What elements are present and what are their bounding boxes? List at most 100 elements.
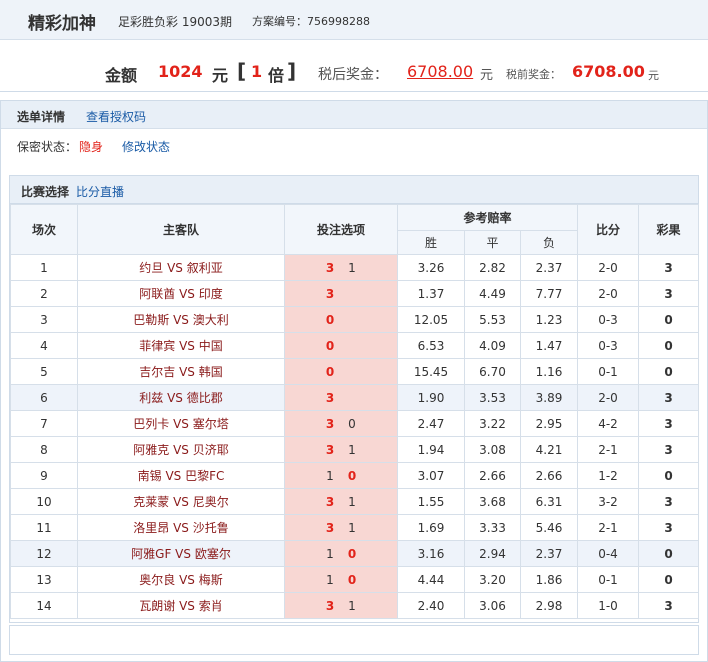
match-result: 0 xyxy=(638,566,700,593)
match-teams[interactable]: 瓦朗谢 VS 索肖 xyxy=(77,592,285,619)
odds-lose: 1.16 xyxy=(519,358,579,385)
bet-pick-option: 1 xyxy=(348,494,356,509)
odds-win: 3.07 xyxy=(397,462,465,489)
bet-pick-option: 1 xyxy=(348,520,356,535)
after-tax-value[interactable]: 6708.00 xyxy=(407,62,473,81)
match-score: 4-2 xyxy=(577,410,640,437)
secret-status: 保密状态： 隐身 修改状态 xyxy=(17,138,170,155)
match-teams[interactable]: 阿雅克 VS 贝济耶 xyxy=(77,436,285,463)
before-tax-label: 税前奖金： xyxy=(506,68,561,81)
odds-lose: 2.98 xyxy=(519,592,579,619)
bet-pick-option: 3 xyxy=(325,598,335,613)
match-score: 0-3 xyxy=(577,306,640,333)
plan-number-value: 756998288 xyxy=(307,15,370,28)
match-teams[interactable]: 阿雅GF VS 欧塞尔 xyxy=(77,540,285,567)
bet-pick: 31 xyxy=(284,514,398,541)
match-teams[interactable]: 洛里昂 VS 沙托鲁 xyxy=(77,514,285,541)
match-score: 2-1 xyxy=(577,436,640,463)
plan-title: 精彩加神 xyxy=(28,14,96,34)
odds-win: 1.37 xyxy=(397,280,465,307)
odds-win: 12.05 xyxy=(397,306,465,333)
match-result: 3 xyxy=(638,254,700,281)
bet-pick: 0 xyxy=(284,358,398,385)
before-tax-value: 6708.00 xyxy=(572,62,645,81)
secret-status-label: 保密状态： xyxy=(17,140,78,154)
match-result: 3 xyxy=(638,488,700,515)
odds-win: 2.40 xyxy=(397,592,465,619)
table-row: 9 南锡 VS 巴黎FC 1 0 3.07 2.66 2.66 1-2 0 xyxy=(10,462,700,489)
bet-pick-option: 3 xyxy=(325,494,335,509)
multiple-bracket-left: [ xyxy=(237,59,247,83)
match-teams[interactable]: 巴勒斯 VS 澳大利 xyxy=(77,306,285,333)
odds-lose: 2.37 xyxy=(519,540,579,567)
odds-draw: 2.94 xyxy=(464,540,521,567)
odds-draw: 4.09 xyxy=(464,332,521,359)
multiple-bracket-right: ] xyxy=(287,59,297,83)
match-no: 14 xyxy=(10,592,78,619)
bet-pick-option: 1 xyxy=(348,598,356,613)
match-score: 2-0 xyxy=(577,384,640,411)
odds-draw: 3.53 xyxy=(464,384,521,411)
live-score-link[interactable]: 比分直播 xyxy=(76,183,124,200)
header-draw: 平 xyxy=(464,230,521,255)
table-row: 14 瓦朗谢 VS 索肖 3 1 2.40 3.06 2.98 1-0 3 xyxy=(10,592,700,619)
match-score: 3-2 xyxy=(577,488,640,515)
odds-win: 4.44 xyxy=(397,566,465,593)
match-score: 2-1 xyxy=(577,514,640,541)
bet-pick: 10 xyxy=(284,462,398,489)
match-teams[interactable]: 约旦 VS 叙利亚 xyxy=(77,254,285,281)
match-result: 3 xyxy=(638,410,700,437)
odds-lose: 3.89 xyxy=(519,384,579,411)
match-no: 4 xyxy=(10,332,78,359)
odds-win: 2.47 xyxy=(397,410,465,437)
bet-pick-option: 1 xyxy=(326,572,334,587)
match-teams[interactable]: 克莱蒙 VS 尼奥尔 xyxy=(77,488,285,515)
detail-bar: 选单详情 查看授权码 xyxy=(1,101,707,129)
match-no: 8 xyxy=(10,436,78,463)
match-teams[interactable]: 利兹 VS 德比郡 xyxy=(77,384,285,411)
match-score: 2-0 xyxy=(577,254,640,281)
odds-draw: 4.49 xyxy=(464,280,521,307)
match-score: 0-3 xyxy=(577,332,640,359)
bet-pick: 31 xyxy=(284,488,398,515)
view-auth-code-link[interactable]: 查看授权码 xyxy=(86,108,146,125)
odds-lose: 1.47 xyxy=(519,332,579,359)
page-header: 精彩加神 足彩胜负彩 19003期 方案编号：756998288 xyxy=(0,0,708,40)
amount-value: 1024 xyxy=(158,62,203,81)
bet-pick: 10 xyxy=(284,540,398,567)
odds-draw: 3.20 xyxy=(464,566,521,593)
multiple-unit: 倍 xyxy=(268,66,285,85)
odds-lose: 1.23 xyxy=(519,306,579,333)
header-odds: 参考赔率 xyxy=(396,204,579,231)
match-teams[interactable]: 吉尔吉 VS 韩国 xyxy=(77,358,285,385)
table-row: 10 克莱蒙 VS 尼奥尔 3 1 1.55 3.68 6.31 3-2 3 xyxy=(10,488,700,515)
odds-draw: 3.06 xyxy=(464,592,521,619)
match-no: 2 xyxy=(10,280,78,307)
table-row: 8 阿雅克 VS 贝济耶 3 1 1.94 3.08 4.21 2-1 3 xyxy=(10,436,700,463)
amount-unit: 元 xyxy=(212,66,229,85)
modify-status-link[interactable]: 修改状态 xyxy=(122,138,170,155)
odds-lose: 4.21 xyxy=(519,436,579,463)
match-teams[interactable]: 菲律宾 VS 中国 xyxy=(77,332,285,359)
odds-draw: 3.33 xyxy=(464,514,521,541)
match-no: 9 xyxy=(10,462,78,489)
match-teams[interactable]: 巴列卡 VS 塞尔塔 xyxy=(77,410,285,437)
match-result: 3 xyxy=(638,436,700,463)
odds-draw: 2.82 xyxy=(464,254,521,281)
match-result: 3 xyxy=(638,280,700,307)
bet-pick-option: 3 xyxy=(325,260,335,275)
odds-draw: 3.22 xyxy=(464,410,521,437)
odds-draw: 6.70 xyxy=(464,358,521,385)
table-row: 6 利兹 VS 德比郡 3 1.90 3.53 3.89 2-0 3 xyxy=(10,384,700,411)
match-teams[interactable]: 阿联酋 VS 印度 xyxy=(77,280,285,307)
odds-draw: 3.68 xyxy=(464,488,521,515)
odds-win: 15.45 xyxy=(397,358,465,385)
odds-lose: 7.77 xyxy=(519,280,579,307)
match-teams[interactable]: 南锡 VS 巴黎FC xyxy=(77,462,285,489)
match-teams[interactable]: 奥尔良 VS 梅斯 xyxy=(77,566,285,593)
odds-win: 1.55 xyxy=(397,488,465,515)
bet-pick-option: 1 xyxy=(348,442,356,457)
match-result: 3 xyxy=(638,384,700,411)
match-table: 场次 主客队 投注选项 参考赔率 比分 彩果 胜 平 负 1 约旦 VS 叙利亚 3… xyxy=(10,204,700,619)
header-result: 彩果 xyxy=(638,204,700,255)
